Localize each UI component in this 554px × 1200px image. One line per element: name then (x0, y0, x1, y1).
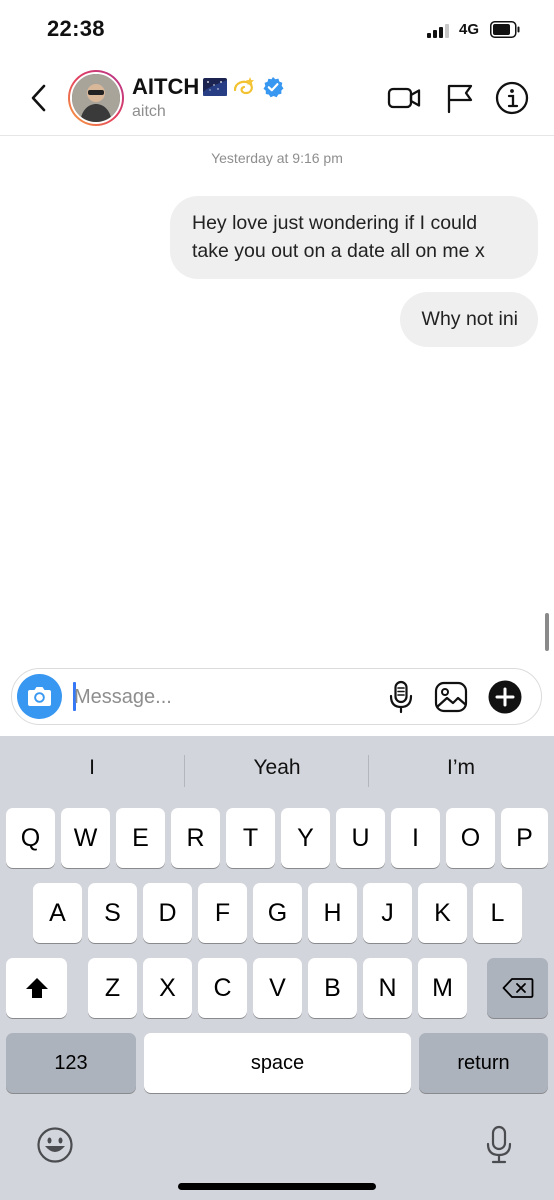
avatar-photo (70, 72, 122, 124)
plus-icon[interactable] (487, 679, 523, 715)
battery-icon (490, 21, 520, 38)
message-composer (11, 668, 542, 725)
suggestion-item[interactable]: I (0, 756, 184, 780)
video-call-icon[interactable] (386, 80, 422, 116)
key-c[interactable]: C (198, 958, 247, 1018)
key-d[interactable]: D (143, 883, 192, 943)
gallery-icon[interactable] (433, 679, 469, 715)
flag-icon[interactable] (442, 80, 478, 116)
key-a[interactable]: A (33, 883, 82, 943)
key-w[interactable]: W (61, 808, 110, 868)
key-b[interactable]: B (308, 958, 357, 1018)
backspace-key[interactable] (487, 958, 548, 1018)
dm-screen: 22:38 4G AITCH aitch Yesterday at 9:16 p… (0, 0, 554, 1200)
signal-bars-icon (427, 24, 453, 38)
key-h[interactable]: H (308, 883, 357, 943)
system-keyboard: I Yeah I’m Q W E R T Y U I O P A S D F G… (0, 736, 554, 1200)
info-icon[interactable] (494, 80, 530, 116)
key-u[interactable]: U (336, 808, 385, 868)
key-p[interactable]: P (501, 808, 548, 868)
key-o[interactable]: O (446, 808, 495, 868)
space-key[interactable]: space (144, 1033, 411, 1093)
contact-handle: aitch (132, 103, 166, 120)
status-bar: 22:38 4G (0, 0, 554, 60)
camera-button[interactable] (17, 674, 62, 719)
key-q[interactable]: Q (6, 808, 55, 868)
key-g[interactable]: G (253, 883, 302, 943)
network-type: 4G (459, 21, 480, 38)
avatar[interactable] (68, 70, 124, 126)
key-z[interactable]: Z (88, 958, 137, 1018)
emoji-icon[interactable] (35, 1124, 75, 1166)
backspace-icon (502, 978, 533, 998)
suggestion-item[interactable]: Yeah (185, 756, 369, 780)
suggestion-item[interactable]: I’m (369, 756, 553, 780)
predictive-text-bar: I Yeah I’m (0, 736, 554, 806)
verified-badge-icon (263, 77, 284, 98)
key-l[interactable]: L (473, 883, 522, 943)
chat-header: AITCH aitch (0, 60, 554, 136)
key-f[interactable]: F (198, 883, 247, 943)
key-v[interactable]: V (253, 958, 302, 1018)
numbers-key[interactable]: 123 (6, 1033, 136, 1093)
dizzy-emoji (234, 77, 255, 95)
key-t[interactable]: T (226, 808, 275, 868)
key-e[interactable]: E (116, 808, 165, 868)
key-k[interactable]: K (418, 883, 467, 943)
key-s[interactable]: S (88, 883, 137, 943)
key-m[interactable]: M (418, 958, 467, 1018)
return-key[interactable]: return (419, 1033, 548, 1093)
chevron-left-icon[interactable] (24, 80, 54, 116)
camera-icon (28, 687, 51, 706)
dictation-icon[interactable] (479, 1124, 519, 1166)
scroll-indicator[interactable] (545, 613, 549, 651)
home-indicator[interactable] (178, 1183, 376, 1190)
key-n[interactable]: N (363, 958, 412, 1018)
message-input[interactable] (74, 681, 374, 713)
shift-key[interactable] (6, 958, 67, 1018)
key-y[interactable]: Y (281, 808, 330, 868)
shift-icon (25, 978, 48, 998)
night-sky-emoji (203, 78, 228, 96)
message-bubble-sent[interactable]: Hey love just wondering if I could take … (170, 196, 538, 279)
key-i[interactable]: I (391, 808, 440, 868)
message-timestamp: Yesterday at 9:16 pm (211, 150, 343, 166)
key-j[interactable]: J (363, 883, 412, 943)
status-time: 22:38 (47, 16, 105, 41)
key-x[interactable]: X (143, 958, 192, 1018)
contact-name-row[interactable]: AITCH (132, 74, 284, 100)
key-r[interactable]: R (171, 808, 220, 868)
contact-name: AITCH (132, 74, 200, 99)
message-bubble-sent[interactable]: Why not ini (399, 292, 538, 347)
microphone-icon[interactable] (383, 679, 419, 715)
